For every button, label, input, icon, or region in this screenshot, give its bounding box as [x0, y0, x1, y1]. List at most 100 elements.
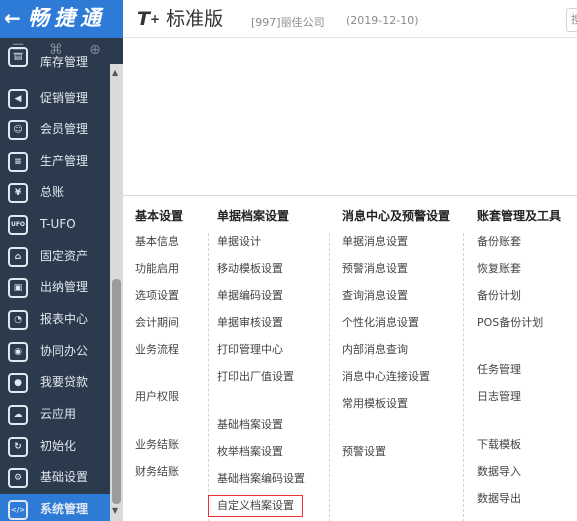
sidebar-item-label: 我要贷款: [40, 375, 89, 389]
scroll-down-icon[interactable]: ▼: [112, 506, 118, 515]
sidebar: ← 畅捷通 ☰ ⌘ ⊕ ▤ 库存管理 ◀ 促销管理 ☺ 会员管理 ≡ 生产管理 …: [0, 0, 123, 521]
sidebar-item-label: 基础设置: [40, 470, 89, 484]
menu-item-business-close[interactable]: 业务结账: [135, 438, 179, 452]
sidebar-item-report-center[interactable]: ◔ 报表中心: [0, 304, 110, 335]
sidebar-item-label: 总账: [40, 185, 65, 199]
sidebar-item-initialize[interactable]: ↻ 初始化: [0, 431, 110, 462]
menu-item-query-message[interactable]: 查询消息设置: [342, 289, 408, 303]
menu-item-enum-archive[interactable]: 枚举档案设置: [217, 445, 283, 459]
menu-item-business-flow[interactable]: 业务流程: [135, 343, 179, 357]
menu-item-accounting-period[interactable]: 会计期间: [135, 316, 179, 330]
menu-item-base-archive[interactable]: 基础档案设置: [217, 418, 283, 432]
sidebar-item-promotion[interactable]: ◀ 促销管理: [0, 83, 110, 114]
system-management-icon: </>: [8, 500, 28, 520]
workspace-area: [123, 39, 577, 195]
sidebar-item-cashier[interactable]: ▣ 出纳管理: [0, 272, 110, 303]
menu-item-task-management[interactable]: 任务管理: [477, 363, 521, 377]
menu-item-feature-enable[interactable]: 功能启用: [135, 262, 179, 276]
sidebar-item-member[interactable]: ☺ 会员管理: [0, 114, 110, 145]
menu-item-log-management[interactable]: 日志管理: [477, 390, 521, 404]
sidebar-item-t-ufo[interactable]: UFO T-UFO: [0, 209, 110, 240]
sidebar-item-loan[interactable]: ● 我要贷款: [0, 367, 110, 398]
brand-header: ← 畅捷通: [0, 0, 123, 38]
column-header: 消息中心及预警设置: [342, 209, 451, 223]
sidebar-item-label: 促销管理: [40, 91, 89, 105]
ledger-icon: ¥: [8, 183, 28, 203]
menu-item-backup-plan[interactable]: 备份计划: [477, 289, 521, 303]
menu-item-restore-account[interactable]: 恢复账套: [477, 262, 521, 276]
menu-item-document-audit[interactable]: 单据审核设置: [217, 316, 283, 330]
sidebar-item-label: 出纳管理: [40, 280, 89, 294]
menu-item-print-default[interactable]: 打印出厂值设置: [217, 370, 294, 384]
logo-plus: +: [149, 12, 161, 26]
sidebar-scrollbar[interactable]: ▲ ▼: [110, 64, 123, 521]
sidebar-item-label: 库存管理: [40, 55, 89, 69]
menu-item-alert-settings[interactable]: 预警设置: [342, 445, 386, 459]
scrollbar-thumb[interactable]: [112, 279, 121, 504]
sidebar-item-collaboration[interactable]: ◉ 协同办公: [0, 336, 110, 367]
column-header: 账套管理及工具: [477, 209, 562, 223]
product-logo: T+ 标准版: [137, 7, 223, 31]
menu-item-basic-info[interactable]: 基本信息: [135, 235, 179, 249]
menu-item-internal-message[interactable]: 内部消息查询: [342, 343, 408, 357]
menu-item-backup-account[interactable]: 备份账套: [477, 235, 521, 249]
brand-name: 畅捷通: [28, 6, 106, 30]
fixed-assets-icon: ⌂: [8, 247, 28, 267]
cloud-icon: ☁: [8, 405, 28, 425]
sidebar-item-label: 云应用: [40, 407, 77, 421]
menu-item-options[interactable]: 选项设置: [135, 289, 179, 303]
sidebar-item-cloud-apps[interactable]: ☁ 云应用: [0, 399, 110, 430]
sidebar-item-label: 初始化: [40, 439, 77, 453]
sidebar-item-system-management[interactable]: </> 系统管理: [0, 494, 110, 521]
production-icon: ≡: [8, 152, 28, 172]
search-input[interactable]: 搜: [566, 8, 577, 32]
menu-item-document-design[interactable]: 单据设计: [217, 235, 261, 249]
scroll-up-icon[interactable]: ▲: [112, 68, 118, 77]
menu-item-mobile-template[interactable]: 移动模板设置: [217, 262, 283, 276]
logo-t: T: [137, 8, 150, 30]
menu-item-document-code[interactable]: 单据编码设置: [217, 289, 283, 303]
back-arrow-icon[interactable]: ←: [4, 6, 21, 30]
member-icon: ☺: [8, 120, 28, 140]
column-divider: [329, 233, 330, 521]
sidebar-item-label: 生产管理: [40, 154, 89, 168]
sidebar-item-basic-settings[interactable]: ⚙ 基础设置: [0, 462, 110, 493]
sidebar-item-label: 系统管理: [40, 502, 89, 516]
loan-icon: ●: [8, 373, 28, 393]
report-icon: ◔: [8, 310, 28, 330]
ufo-icon: UFO: [8, 215, 28, 235]
menu-item-user-permissions[interactable]: 用户权限: [135, 390, 179, 404]
inventory-icon: ▤: [8, 47, 28, 67]
initialize-icon: ↻: [8, 437, 28, 457]
sidebar-item-label: T-UFO: [40, 217, 76, 231]
column-divider: [208, 233, 209, 521]
menu-item-document-message[interactable]: 单据消息设置: [342, 235, 408, 249]
edition-label: 标准版: [166, 8, 224, 30]
menu-item-custom-archive[interactable]: 自定义档案设置: [208, 495, 303, 517]
menu-item-personal-message[interactable]: 个性化消息设置: [342, 316, 419, 330]
sidebar-item-fixed-assets[interactable]: ⌂ 固定资产: [0, 241, 110, 272]
menu-item-print-center[interactable]: 打印管理中心: [217, 343, 283, 357]
sidebar-item-label: 报表中心: [40, 312, 89, 326]
menu-item-common-template[interactable]: 常用模板设置: [342, 397, 408, 411]
sidebar-item-label: 协同办公: [40, 344, 89, 358]
column-divider: [463, 233, 464, 521]
sidebar-item-ledger[interactable]: ¥ 总账: [0, 177, 110, 208]
menu-item-data-import[interactable]: 数据导入: [477, 465, 521, 479]
sidebar-item-label: 固定资产: [40, 249, 89, 263]
menu-item-download-template[interactable]: 下载模板: [477, 438, 521, 452]
collaboration-icon: ◉: [8, 342, 28, 362]
menu-item-pos-backup-plan[interactable]: POS备份计划: [477, 316, 543, 330]
sidebar-item-production[interactable]: ≡ 生产管理: [0, 146, 110, 177]
menu-item-archive-code[interactable]: 基础档案编码设置: [217, 472, 305, 486]
menu-item-finance-close[interactable]: 财务结账: [135, 465, 179, 479]
company-name: [997]丽佳公司: [251, 16, 325, 29]
menu-item-data-export[interactable]: 数据导出: [477, 492, 521, 506]
promotion-icon: ◀: [8, 89, 28, 109]
column-header: 单据档案设置: [217, 209, 290, 223]
menu-item-message-connection[interactable]: 消息中心连接设置: [342, 370, 430, 384]
cashier-icon: ▣: [8, 278, 28, 298]
top-bar: T+ 标准版 [997]丽佳公司 (2019-12-10) 搜: [123, 0, 577, 38]
sidebar-item-label: 会员管理: [40, 122, 89, 136]
menu-item-alert-message[interactable]: 预警消息设置: [342, 262, 408, 276]
